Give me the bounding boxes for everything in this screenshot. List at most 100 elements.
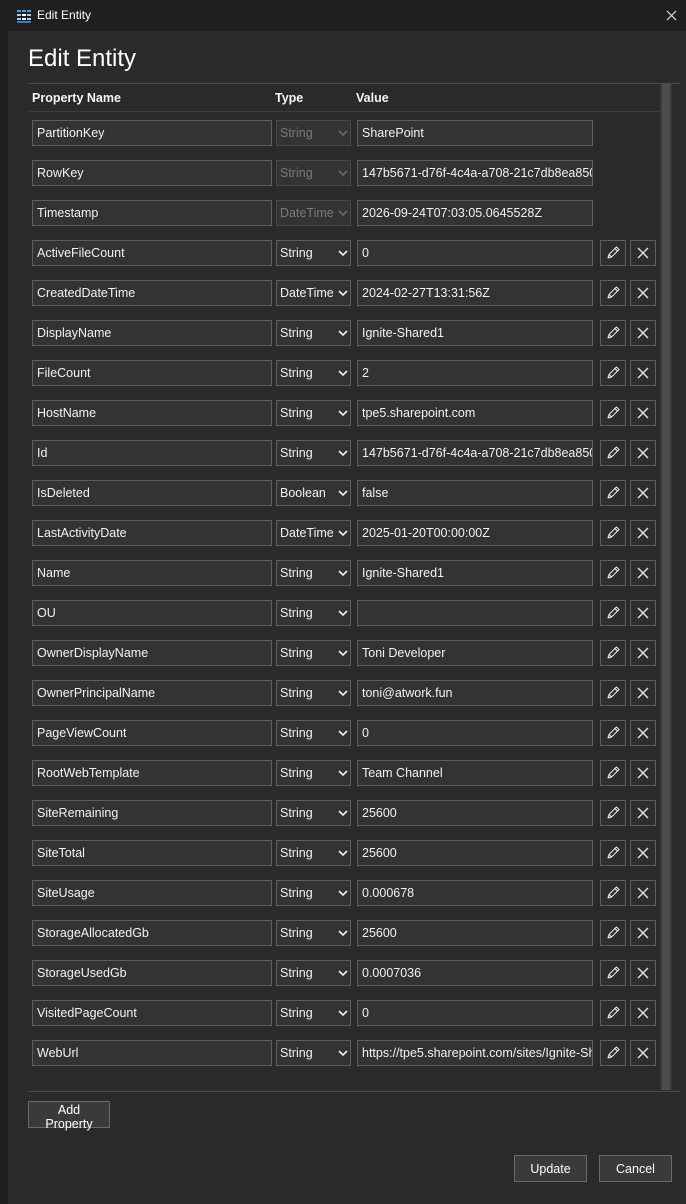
property-value-input[interactable]: 2026-09-24T07:03:05.0645528Z — [357, 200, 593, 226]
property-value-input[interactable]: 2 — [357, 360, 593, 386]
delete-property-button[interactable] — [630, 440, 656, 466]
property-value-input[interactable]: false — [357, 480, 593, 506]
property-name-input[interactable]: IsDeleted — [32, 480, 272, 506]
delete-property-button[interactable] — [630, 880, 656, 906]
delete-property-button[interactable] — [630, 560, 656, 586]
property-value-input[interactable]: 25600 — [357, 920, 593, 946]
delete-property-button[interactable] — [630, 240, 656, 266]
window-close-button[interactable] — [656, 0, 686, 31]
property-value-input[interactable]: 0.0007036 — [357, 960, 593, 986]
property-value-input[interactable]: Team Channel — [357, 760, 593, 786]
property-value-input[interactable]: Toni Developer — [357, 640, 593, 666]
edit-property-button[interactable] — [600, 880, 626, 906]
edit-property-button[interactable] — [600, 400, 626, 426]
property-type-select[interactable]: String — [276, 760, 351, 786]
delete-property-button[interactable] — [630, 840, 656, 866]
edit-property-button[interactable] — [600, 960, 626, 986]
property-type-select[interactable]: String — [276, 840, 351, 866]
property-type-select[interactable]: String — [276, 320, 351, 346]
property-name-input[interactable]: Id — [32, 440, 272, 466]
property-name-input[interactable]: RowKey — [32, 160, 272, 186]
edit-property-button[interactable] — [600, 920, 626, 946]
edit-property-button[interactable] — [600, 840, 626, 866]
edit-property-button[interactable] — [600, 560, 626, 586]
edit-property-button[interactable] — [600, 720, 626, 746]
property-value-input[interactable]: 2024-02-27T13:31:56Z — [357, 280, 593, 306]
delete-property-button[interactable] — [630, 960, 656, 986]
delete-property-button[interactable] — [630, 280, 656, 306]
edit-property-button[interactable] — [600, 240, 626, 266]
property-name-input[interactable]: Name — [32, 560, 272, 586]
property-type-select[interactable]: String — [276, 1040, 351, 1066]
property-value-input[interactable]: 147b5671-d76f-4c4a-a708-21c7db8ea850 — [357, 160, 593, 186]
property-type-select[interactable]: String — [276, 640, 351, 666]
property-type-select[interactable]: String — [276, 560, 351, 586]
edit-property-button[interactable] — [600, 520, 626, 546]
edit-property-button[interactable] — [600, 1000, 626, 1026]
property-type-select[interactable]: DateTime — [276, 520, 351, 546]
property-type-select[interactable]: String — [276, 920, 351, 946]
delete-property-button[interactable] — [630, 1040, 656, 1066]
property-name-input[interactable]: Timestamp — [32, 200, 272, 226]
property-value-input[interactable] — [357, 600, 593, 626]
property-value-input[interactable]: 147b5671-d76f-4c4a-a708-21c7db8ea850 — [357, 440, 593, 466]
property-name-input[interactable]: LastActivityDate — [32, 520, 272, 546]
property-name-input[interactable]: StorageAllocatedGb — [32, 920, 272, 946]
property-value-input[interactable]: 0 — [357, 1000, 593, 1026]
property-name-input[interactable]: OwnerPrincipalName — [32, 680, 272, 706]
edit-property-button[interactable] — [600, 1040, 626, 1066]
delete-property-button[interactable] — [630, 920, 656, 946]
property-value-input[interactable]: 0 — [357, 240, 593, 266]
property-name-input[interactable]: OU — [32, 600, 272, 626]
edit-property-button[interactable] — [600, 480, 626, 506]
delete-property-button[interactable] — [630, 600, 656, 626]
delete-property-button[interactable] — [630, 720, 656, 746]
property-value-input[interactable]: SharePoint — [357, 120, 593, 146]
property-value-input[interactable]: tpe5.sharepoint.com — [357, 400, 593, 426]
property-value-input[interactable]: Ignite-Shared1 — [357, 320, 593, 346]
edit-property-button[interactable] — [600, 640, 626, 666]
edit-property-button[interactable] — [600, 360, 626, 386]
add-property-button[interactable]: Add Property — [28, 1101, 110, 1131]
delete-property-button[interactable] — [630, 520, 656, 546]
edit-property-button[interactable] — [600, 760, 626, 786]
delete-property-button[interactable] — [630, 680, 656, 706]
edit-property-button[interactable] — [600, 320, 626, 346]
property-value-input[interactable]: 25600 — [357, 840, 593, 866]
property-name-input[interactable]: PartitionKey — [32, 120, 272, 146]
property-value-input[interactable]: 0 — [357, 720, 593, 746]
delete-property-button[interactable] — [630, 320, 656, 346]
property-value-input[interactable]: Ignite-Shared1 — [357, 560, 593, 586]
property-type-select[interactable]: String — [276, 240, 351, 266]
property-value-input[interactable]: https://tpe5.sharepoint.com/sites/Ignite… — [357, 1040, 593, 1066]
property-name-input[interactable]: SiteUsage — [32, 880, 272, 906]
delete-property-button[interactable] — [630, 760, 656, 786]
property-name-input[interactable]: PageViewCount — [32, 720, 272, 746]
property-type-select[interactable]: Boolean — [276, 480, 351, 506]
property-type-select[interactable]: String — [276, 960, 351, 986]
property-value-input[interactable]: 25600 — [357, 800, 593, 826]
property-type-select[interactable]: String — [276, 1000, 351, 1026]
delete-property-button[interactable] — [630, 800, 656, 826]
scrollbar-thumb[interactable] — [662, 84, 670, 1090]
property-type-select[interactable]: String — [276, 880, 351, 906]
update-button[interactable]: Update — [514, 1155, 587, 1182]
property-type-select[interactable]: String — [276, 360, 351, 386]
property-value-input[interactable]: toni@atwork.fun — [357, 680, 593, 706]
property-name-input[interactable]: WebUrl — [32, 1040, 272, 1066]
delete-property-button[interactable] — [630, 360, 656, 386]
edit-property-button[interactable] — [600, 800, 626, 826]
property-name-input[interactable]: SiteRemaining — [32, 800, 272, 826]
property-type-select[interactable]: String — [276, 680, 351, 706]
delete-property-button[interactable] — [630, 400, 656, 426]
edit-property-button[interactable] — [600, 600, 626, 626]
edit-property-button[interactable] — [600, 680, 626, 706]
edit-property-button[interactable] — [600, 440, 626, 466]
property-name-input[interactable]: FileCount — [32, 360, 272, 386]
property-type-select[interactable]: String — [276, 720, 351, 746]
property-value-input[interactable]: 0.000678 — [357, 880, 593, 906]
property-value-input[interactable]: 2025-01-20T00:00:00Z — [357, 520, 593, 546]
property-type-select[interactable]: String — [276, 400, 351, 426]
delete-property-button[interactable] — [630, 640, 656, 666]
property-name-input[interactable]: SiteTotal — [32, 840, 272, 866]
